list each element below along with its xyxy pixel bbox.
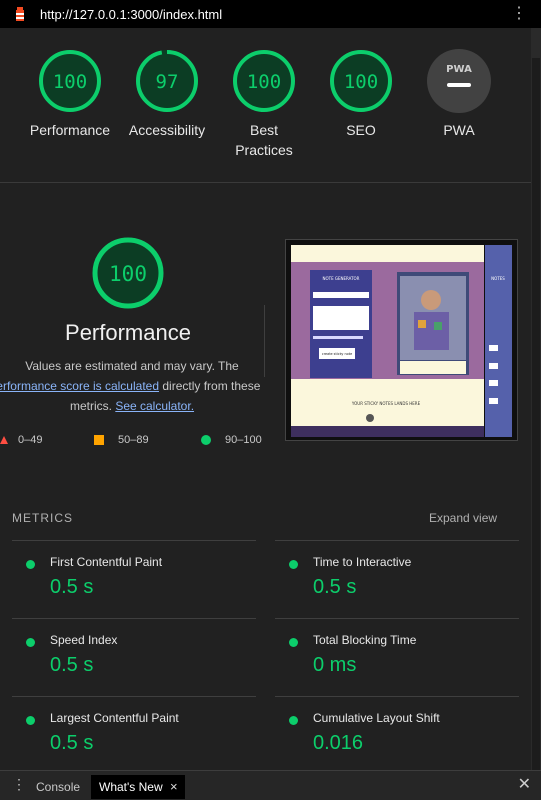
gauge-label: SEO [346, 122, 376, 138]
metric-value: 0.5 s [50, 732, 94, 754]
metric-name: Time to Interactive [313, 555, 412, 569]
pass-dot-icon [26, 716, 35, 725]
metric-value: 0.5 s [50, 576, 94, 598]
legend-range: 50–89 [118, 434, 149, 446]
perf-desc-text-2: directly from these [162, 379, 261, 393]
metric-time-to-interactive: Time to Interactive 0.5 s [275, 540, 519, 619]
performance-score: 100 [109, 262, 147, 286]
metric-first-contentful-paint: First Contentful Paint 0.5 s [12, 540, 256, 619]
gauge-best-practices[interactable]: 100 Best Practices [214, 48, 314, 160]
pass-dot-icon [289, 716, 298, 725]
pass-dot-icon [289, 560, 298, 569]
scrollbar-thumb[interactable] [532, 58, 540, 778]
svg-text:create sticky note: create sticky note [322, 352, 352, 356]
see-calculator-link[interactable]: See calculator. [115, 399, 194, 413]
tab-label: What's New [99, 780, 163, 794]
metric-cumulative-layout-shift: Cumulative Layout Shift 0.016 [275, 696, 519, 775]
legend-average: 50–89 [94, 434, 149, 446]
gauge-label: Best Practices [235, 122, 293, 158]
drawer-tab-bar: ⋮ Console What's New × ✕ [0, 770, 541, 800]
gauge-accessibility[interactable]: 97 Accessibility [117, 48, 217, 140]
gauge-ring: 100 [330, 50, 392, 112]
metric-value: 0.5 s [313, 576, 357, 598]
tab-console[interactable]: Console [28, 775, 88, 799]
more-options-icon[interactable]: ⋮ [511, 4, 527, 24]
square-icon [94, 435, 104, 445]
metric-name: Total Blocking Time [313, 633, 417, 647]
perf-desc-text-3: metrics. [69, 399, 112, 413]
page-url: http://127.0.0.1:3000/index.html [40, 6, 223, 22]
legend-fail: 0–49 [0, 434, 42, 446]
performance-title: Performance [65, 320, 191, 345]
circle-icon [201, 435, 211, 445]
metric-speed-index: Speed Index 0.5 s [12, 618, 256, 697]
svg-text:YOUR STICKY NOTES LANDS HERE: YOUR STICKY NOTES LANDS HERE [351, 401, 421, 406]
screenshot-image: NOTE GENERATOR create sticky note NOTES … [286, 240, 517, 440]
close-tab-icon[interactable]: × [170, 775, 178, 799]
score-calculation-link[interactable]: performance score is calculated [0, 379, 159, 393]
legend-range: 90–100 [225, 434, 262, 446]
perf-desc-text-1: Values are estimated and may vary. The [25, 359, 239, 373]
score-gauges: 100 Performance 97 Accessibility 100 Bes… [0, 28, 531, 183]
metric-value: 0.016 [313, 732, 364, 754]
gauge-ring: 100 [39, 50, 101, 112]
gauge-ring: 100 [233, 50, 295, 112]
browser-top-bar: http://127.0.0.1:3000/index.html ⋮ [0, 0, 541, 28]
gauge-pwa[interactable]: PWA PWA [409, 48, 509, 140]
performance-description: Values are estimated and may vary. The p… [0, 356, 264, 416]
drawer-menu-icon[interactable]: ⋮ [12, 776, 26, 793]
close-drawer-icon[interactable]: ✕ [518, 774, 531, 794]
legend-pass: 90–100 [201, 434, 262, 446]
svg-text:NOTE GENERATOR: NOTE GENERATOR [323, 276, 360, 281]
tab-whats-new[interactable]: What's New × [91, 775, 185, 799]
gauge-label: PWA [443, 122, 475, 138]
gauge-label: Performance [29, 122, 111, 138]
expand-view-toggle[interactable]: Expand view [429, 511, 497, 525]
triangle-icon [0, 436, 8, 444]
pwa-badge-icon: PWA [427, 49, 491, 113]
metric-name: First Contentful Paint [50, 555, 163, 569]
vertical-divider [264, 305, 265, 377]
gauge-score: 97 [156, 71, 179, 93]
metric-name: Speed Index [50, 633, 118, 647]
svg-text:NOTES: NOTES [491, 276, 505, 281]
metric-value: 0 ms [313, 654, 357, 676]
gauge-ring: 97 [136, 50, 198, 112]
svg-text:PWA: PWA [446, 64, 472, 75]
legend-range: 0–49 [18, 434, 43, 446]
gauge-score: 100 [344, 71, 378, 93]
final-screenshot-thumbnail[interactable]: NOTE GENERATOR create sticky note NOTES … [285, 239, 518, 441]
gauge-score: 100 [53, 71, 87, 93]
metric-value: 0.5 s [50, 654, 94, 676]
pass-dot-icon [26, 560, 35, 569]
gauge-performance[interactable]: 100 Performance [20, 48, 120, 140]
gauge-seo[interactable]: 100 SEO [311, 48, 411, 140]
lighthouse-icon [12, 6, 28, 22]
pass-dot-icon [289, 638, 298, 647]
metric-total-blocking-time: Total Blocking Time 0 ms [275, 618, 519, 697]
gauge-score: 100 [247, 71, 281, 93]
metric-largest-contentful-paint: Largest Contentful Paint 0.5 s [12, 696, 256, 775]
performance-gauge-large: 100 [92, 237, 164, 309]
gauge-label: Accessibility [128, 122, 206, 138]
metric-name: Cumulative Layout Shift [313, 711, 440, 725]
metric-name: Largest Contentful Paint [50, 711, 179, 725]
vertical-scrollbar[interactable] [531, 28, 541, 778]
pass-dot-icon [26, 638, 35, 647]
metrics-heading: METRICS [12, 511, 73, 525]
